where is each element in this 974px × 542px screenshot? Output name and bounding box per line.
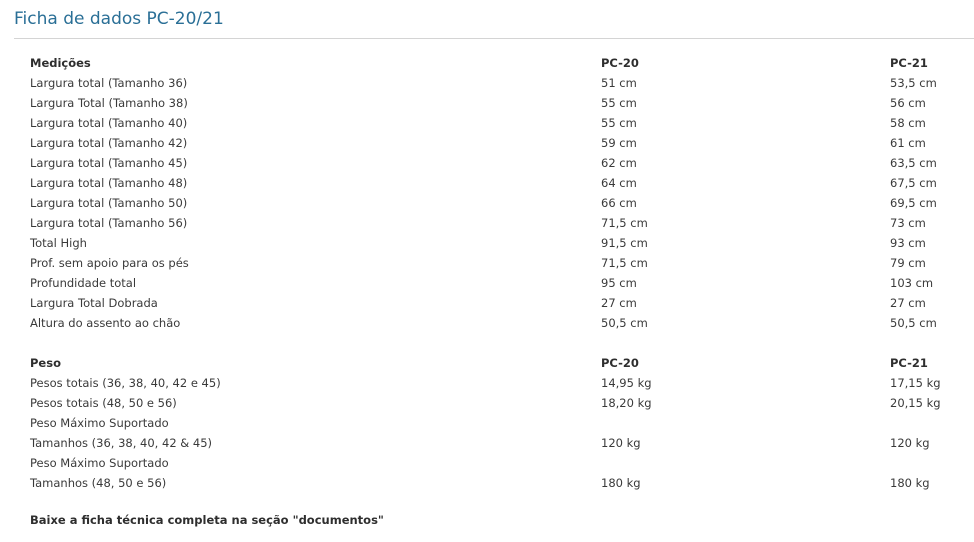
table-row: Largura total (Tamanho 45) 62 cm 63,5 cm	[30, 153, 960, 173]
row-label: Largura total (Tamanho 48)	[30, 176, 188, 190]
weight-header-pc21: PC-21	[890, 356, 928, 370]
row-label: Peso Máximo Suportado	[30, 416, 169, 430]
pc20-value: 51 cm	[601, 76, 637, 90]
pc20-value: 64 cm	[601, 176, 637, 190]
row-label: Largura total (Tamanho 45)	[30, 156, 188, 170]
pc21-value: 93 cm	[890, 236, 926, 250]
documents-note: Baixe a ficha técnica completa na seção …	[30, 513, 384, 527]
table-row: Largura total (Tamanho 42) 59 cm 61 cm	[30, 133, 960, 153]
pc20-value: 91,5 cm	[601, 236, 648, 250]
measurements-header-row: Medições PC-20 PC-21	[30, 53, 960, 73]
row-label: Altura do assento ao chão	[30, 316, 181, 330]
table-row: Largura Total (Tamanho 38) 55 cm 56 cm	[30, 93, 960, 113]
row-label: Prof. sem apoio para os pés	[30, 256, 189, 270]
pc20-value: 50,5 cm	[601, 316, 648, 330]
pc20-value: 95 cm	[601, 276, 637, 290]
table-row: Largura Total Dobrada 27 cm 27 cm	[30, 293, 960, 313]
row-label: Tamanhos (36, 38, 40, 42 & 45)	[30, 436, 213, 450]
table-row: Prof. sem apoio para os pés 71,5 cm 79 cm	[30, 253, 960, 273]
spec-table: Medições PC-20 PC-21 Largura total (Tama…	[30, 53, 960, 493]
pc21-value: 61 cm	[890, 136, 926, 150]
pc21-value: 58 cm	[890, 116, 926, 130]
pc20-value: 66 cm	[601, 196, 637, 210]
row-label: Largura total (Tamanho 56)	[30, 216, 188, 230]
row-label: Profundidade total	[30, 276, 137, 290]
measurements-header-pc20: PC-20	[601, 56, 639, 70]
table-row: Largura total (Tamanho 56) 71,5 cm 73 cm	[30, 213, 960, 233]
pc21-value: 120 kg	[890, 436, 930, 450]
row-label: Tamanhos (48, 50 e 56)	[30, 476, 167, 490]
pc21-value: 73 cm	[890, 216, 926, 230]
row-label: Peso Máximo Suportado	[30, 456, 169, 470]
row-label: Total High	[30, 236, 87, 250]
row-label: Largura Total Dobrada	[30, 296, 158, 310]
table-row: Pesos totais (48, 50 e 56) 18,20 kg 20,15 …	[30, 393, 960, 413]
pc21-value: 53,5 cm	[890, 76, 937, 90]
pc21-value: 63,5 cm	[890, 156, 937, 170]
pc20-value: 71,5 cm	[601, 256, 648, 270]
table-row: Tamanhos (48, 50 e 56) 180 kg 180 kg	[30, 473, 960, 493]
pc21-value: 67,5 cm	[890, 176, 937, 190]
table-row: Largura total (Tamanho 48) 64 cm 67,5 cm	[30, 173, 960, 193]
pc21-value: 180 kg	[890, 476, 930, 490]
table-row: Peso Máximo Suportado	[30, 453, 960, 473]
pc20-value: 27 cm	[601, 296, 637, 310]
row-label: Largura total (Tamanho 36)	[30, 76, 188, 90]
pc20-value: 180 kg	[601, 476, 641, 490]
pc21-value: 17,15 kg	[890, 376, 941, 390]
measurements-header-label: Medições	[30, 56, 91, 70]
table-row: Largura total (Tamanho 40) 55 cm 58 cm	[30, 113, 960, 133]
pc21-value: 56 cm	[890, 96, 926, 110]
table-row: Total High 91,5 cm 93 cm	[30, 233, 960, 253]
table-row: Profundidade total 95 cm 103 cm	[30, 273, 960, 293]
table-row: Largura total (Tamanho 50) 66 cm 69,5 cm	[30, 193, 960, 213]
row-label: Largura total (Tamanho 40)	[30, 116, 188, 130]
table-row: Peso Máximo Suportado	[30, 413, 960, 433]
table-row: Largura total (Tamanho 36) 51 cm 53,5 cm	[30, 73, 960, 93]
weight-header-label: Peso	[30, 356, 61, 370]
title-divider	[14, 38, 974, 39]
weight-header-row: Peso PC-20 PC-21	[30, 353, 960, 373]
table-row: Altura do assento ao chão 50,5 cm 50,5 cm	[30, 313, 960, 333]
pc20-value: 62 cm	[601, 156, 637, 170]
row-label: Largura total (Tamanho 50)	[30, 196, 188, 210]
pc20-value: 55 cm	[601, 116, 637, 130]
pc21-value: 27 cm	[890, 296, 926, 310]
weight-header-pc20: PC-20	[601, 356, 639, 370]
row-label: Pesos totais (36, 38, 40, 42 e 45)	[30, 376, 221, 390]
table-row: Pesos totais (36, 38, 40, 42 e 45) 14,95 …	[30, 373, 960, 393]
pc20-value: 59 cm	[601, 136, 637, 150]
row-label: Largura total (Tamanho 42)	[30, 136, 188, 150]
pc21-value: 103 cm	[890, 276, 934, 290]
pc21-value: 79 cm	[890, 256, 926, 270]
row-label: Pesos totais (48, 50 e 56)	[30, 396, 177, 410]
pc20-value: 71,5 cm	[601, 216, 648, 230]
pc21-value: 50,5 cm	[890, 316, 937, 330]
table-row: Tamanhos (36, 38, 40, 42 & 45) 120 kg 120 …	[30, 433, 960, 453]
page-title: Ficha de dados PC-20/21	[14, 9, 224, 29]
pc20-value: 55 cm	[601, 96, 637, 110]
measurements-header-pc21: PC-21	[890, 56, 928, 70]
pc20-value: 14,95 kg	[601, 376, 652, 390]
pc21-value: 69,5 cm	[890, 196, 937, 210]
measurements-rows: Largura total (Tamanho 36) 51 cm 53,5 cm La…	[30, 73, 960, 333]
pc20-value: 18,20 kg	[601, 396, 652, 410]
pc20-value: 120 kg	[601, 436, 641, 450]
pc21-value: 20,15 kg	[890, 396, 941, 410]
weight-rows: Pesos totais (36, 38, 40, 42 e 45) 14,95 …	[30, 373, 960, 493]
row-label: Largura Total (Tamanho 38)	[30, 96, 188, 110]
